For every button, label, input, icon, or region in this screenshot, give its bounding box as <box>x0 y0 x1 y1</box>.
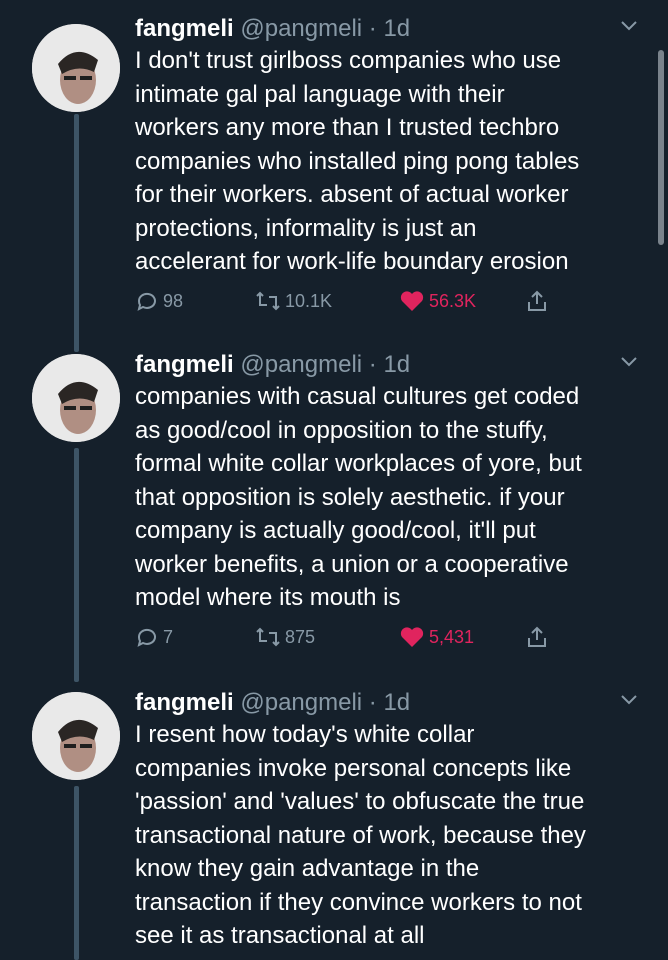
reply-count: 7 <box>163 626 174 647</box>
display-name[interactable]: fangmeli <box>135 15 234 42</box>
tweet-3[interactable]: fangmeli @pangmeli · 1d I resent how tod… <box>0 688 668 960</box>
like-count: 56.3K <box>429 290 477 311</box>
tweet-header: fangmeli @pangmeli · 1d <box>135 688 410 718</box>
thread-line <box>74 114 79 352</box>
display-name[interactable]: fangmeli <box>135 351 234 378</box>
like-count: 5,431 <box>429 626 475 647</box>
tweet-text-line: I resent how today's white collar <box>135 721 475 748</box>
tweet-text-line: companies with casual cultures get coded <box>135 383 580 410</box>
tweet-text-line: protections, informality is just an <box>135 214 477 242</box>
like-button[interactable]: 56.3K <box>399 286 476 316</box>
scrollbar[interactable] <box>658 50 664 245</box>
tweet-text: I don't trust girlboss companies who use… <box>135 44 635 279</box>
reply-button[interactable]: 7 <box>135 622 173 652</box>
reply-button[interactable]: 98 <box>135 286 183 316</box>
tweet-text-line: for their workers. absent of actual work… <box>135 181 569 208</box>
reply-icon <box>137 628 156 647</box>
share-button[interactable] <box>525 622 549 652</box>
retweet-button[interactable]: 10.1K <box>255 286 332 316</box>
reply-icon <box>137 292 156 311</box>
tweet-text-line: transactional nature of work, because th… <box>135 821 586 849</box>
tweet-text-line: intimate gal pal language with their <box>135 80 505 108</box>
share-icon <box>528 626 546 647</box>
tweet-actions: 7 875 5,431 <box>135 622 595 652</box>
retweet-count: 10.1K <box>285 290 333 311</box>
thread-line <box>74 786 79 960</box>
avatar[interactable] <box>32 354 120 442</box>
reply-count: 98 <box>163 290 184 311</box>
display-name[interactable]: fangmeli <box>135 689 234 716</box>
handle-and-time: @pangmeli · 1d <box>240 689 411 716</box>
chevron-down-icon[interactable] <box>620 20 638 32</box>
retweet-button[interactable]: 875 <box>255 622 315 652</box>
retweet-count: 875 <box>285 626 316 647</box>
like-button[interactable]: 5,431 <box>399 622 474 652</box>
heart-icon <box>400 627 424 647</box>
share-button[interactable] <box>525 286 549 316</box>
avatar[interactable] <box>32 692 120 780</box>
retweet-icon <box>256 291 280 311</box>
chevron-down-icon[interactable] <box>620 694 638 706</box>
tweet-text-line: see it as transactional at all <box>135 922 425 949</box>
retweet-icon <box>256 627 280 647</box>
tweet-text-line: accelerant for work-life boundary erosio… <box>135 248 569 275</box>
share-icon <box>528 290 546 311</box>
tweet-1[interactable]: fangmeli @pangmeli · 1d I don't trust gi… <box>0 14 668 352</box>
tweet-2[interactable]: fangmeli @pangmeli · 1d companies with c… <box>0 350 668 682</box>
avatar[interactable] <box>32 24 120 112</box>
tweet-text-line: as good/cool in opposition to the stuffy… <box>135 416 548 444</box>
chevron-down-icon[interactable] <box>620 356 638 368</box>
tweet-text-line: companies invoke personal concepts like <box>135 754 572 782</box>
tweet-text-line: formal white collar workplaces of yore, … <box>135 450 582 477</box>
handle-and-time: @pangmeli · 1d <box>240 351 411 378</box>
tweet-text-line: worker benefits, a union or a cooperativ… <box>135 550 569 578</box>
tweet-text-line: 'passion' and 'values' to obfuscate the … <box>135 788 585 815</box>
tweet-header: fangmeli @pangmeli · 1d <box>135 14 410 44</box>
tweet-header: fangmeli @pangmeli · 1d <box>135 350 410 380</box>
tweet-text-line: workers any more than I trusted techbro <box>135 114 560 141</box>
handle-and-time: @pangmeli · 1d <box>240 15 411 42</box>
tweet-text-line: companies who installed ping pong tables <box>135 147 580 175</box>
tweet-text-line: company is actually good/cool, it'll put <box>135 517 536 544</box>
tweet-text-line: know they gain advantage in the <box>135 855 480 882</box>
tweet-text: companies with casual cultures get coded… <box>135 380 635 615</box>
tweet-text: I resent how today's white collar compan… <box>135 718 635 953</box>
tweet-text-line: that opposition is solely aesthetic. if … <box>135 483 565 511</box>
tweet-text-line: model where its mouth is <box>135 584 401 611</box>
tweet-text-line: I don't trust girlboss companies who use <box>135 47 562 74</box>
tweet-actions: 98 10.1K 56.3K <box>135 286 595 316</box>
tweet-text-line: transaction if they convince workers to … <box>135 888 582 916</box>
heart-icon <box>400 291 424 311</box>
thread-line <box>74 448 79 682</box>
